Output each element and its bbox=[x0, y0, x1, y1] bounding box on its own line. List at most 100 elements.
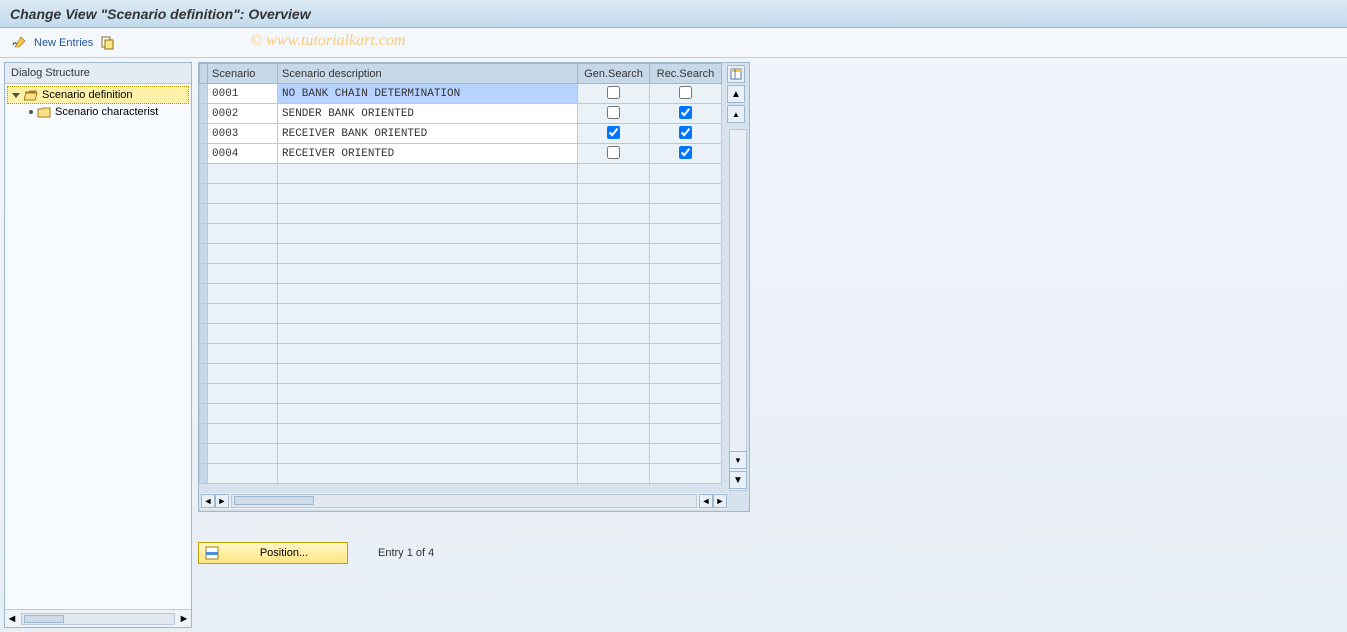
table-vertical-scrollbar[interactable] bbox=[729, 129, 747, 491]
scroll-left-icon[interactable]: ◄ bbox=[5, 613, 19, 625]
table-row-empty[interactable] bbox=[200, 184, 722, 204]
empty-cell[interactable] bbox=[578, 184, 650, 204]
empty-cell[interactable] bbox=[208, 464, 278, 484]
table-row-empty[interactable] bbox=[200, 304, 722, 324]
table-row[interactable] bbox=[200, 104, 722, 124]
empty-cell[interactable] bbox=[578, 364, 650, 384]
empty-cell[interactable] bbox=[578, 244, 650, 264]
scroll-up-button[interactable]: ▲ bbox=[727, 105, 745, 123]
scenario-field[interactable] bbox=[208, 84, 277, 103]
table-row-empty[interactable] bbox=[200, 404, 722, 424]
empty-cell[interactable] bbox=[278, 464, 578, 484]
gen-search-checkbox[interactable] bbox=[607, 106, 620, 119]
row-selector[interactable] bbox=[200, 244, 208, 264]
empty-cell[interactable] bbox=[208, 164, 278, 184]
empty-cell[interactable] bbox=[278, 424, 578, 444]
sidebar-horizontal-scrollbar[interactable]: ◄ ► bbox=[5, 609, 191, 627]
empty-cell[interactable] bbox=[208, 384, 278, 404]
scenario-description-field[interactable] bbox=[278, 124, 577, 143]
empty-cell[interactable] bbox=[578, 284, 650, 304]
empty-cell[interactable] bbox=[578, 224, 650, 244]
table-row-empty[interactable] bbox=[200, 444, 722, 464]
empty-cell[interactable] bbox=[650, 304, 722, 324]
empty-cell[interactable] bbox=[208, 304, 278, 324]
table-row-empty[interactable] bbox=[200, 364, 722, 384]
row-selector[interactable] bbox=[200, 464, 208, 484]
table-row[interactable] bbox=[200, 124, 722, 144]
empty-cell[interactable] bbox=[650, 184, 722, 204]
row-selector[interactable] bbox=[200, 304, 208, 324]
empty-cell[interactable] bbox=[208, 444, 278, 464]
gen-search-checkbox[interactable] bbox=[607, 146, 620, 159]
header-description[interactable]: Scenario description bbox=[278, 64, 578, 84]
empty-cell[interactable] bbox=[650, 324, 722, 344]
table-row-empty[interactable] bbox=[200, 264, 722, 284]
empty-cell[interactable] bbox=[650, 264, 722, 284]
scenario-description-field[interactable] bbox=[278, 144, 577, 163]
header-rec-search[interactable]: Rec.Search bbox=[650, 64, 722, 84]
empty-cell[interactable] bbox=[278, 224, 578, 244]
table-row-empty[interactable] bbox=[200, 284, 722, 304]
rec-search-checkbox[interactable] bbox=[679, 86, 692, 99]
empty-cell[interactable] bbox=[208, 204, 278, 224]
empty-cell[interactable] bbox=[578, 444, 650, 464]
empty-cell[interactable] bbox=[650, 424, 722, 444]
empty-cell[interactable] bbox=[650, 444, 722, 464]
empty-cell[interactable] bbox=[578, 464, 650, 484]
empty-cell[interactable] bbox=[278, 264, 578, 284]
rec-search-checkbox[interactable] bbox=[679, 106, 692, 119]
table-row-empty[interactable] bbox=[200, 384, 722, 404]
empty-cell[interactable] bbox=[578, 384, 650, 404]
row-selector[interactable] bbox=[200, 224, 208, 244]
tree-node-scenario-definition[interactable]: Scenario definition bbox=[7, 86, 189, 104]
scroll-to-bottom-button[interactable]: ▼ bbox=[729, 471, 747, 489]
empty-cell[interactable] bbox=[650, 204, 722, 224]
scenario-description-field[interactable] bbox=[278, 104, 577, 123]
gen-search-checkbox[interactable] bbox=[607, 126, 620, 139]
scenario-field[interactable] bbox=[208, 124, 277, 143]
empty-cell[interactable] bbox=[208, 264, 278, 284]
rec-search-checkbox[interactable] bbox=[679, 126, 692, 139]
scroll-to-top-button[interactable]: ▲ bbox=[727, 85, 745, 103]
empty-cell[interactable] bbox=[278, 304, 578, 324]
table-row[interactable] bbox=[200, 84, 722, 104]
empty-cell[interactable] bbox=[578, 264, 650, 284]
display-change-button[interactable] bbox=[10, 34, 28, 52]
empty-cell[interactable] bbox=[278, 284, 578, 304]
copy-as-button[interactable] bbox=[99, 34, 117, 52]
rec-search-checkbox[interactable] bbox=[679, 146, 692, 159]
empty-cell[interactable] bbox=[278, 204, 578, 224]
table-row-empty[interactable] bbox=[200, 244, 722, 264]
empty-cell[interactable] bbox=[578, 424, 650, 444]
empty-cell[interactable] bbox=[278, 384, 578, 404]
empty-cell[interactable] bbox=[650, 464, 722, 484]
empty-cell[interactable] bbox=[208, 344, 278, 364]
header-gen-search[interactable]: Gen.Search bbox=[578, 64, 650, 84]
empty-cell[interactable] bbox=[650, 224, 722, 244]
row-selector[interactable] bbox=[200, 264, 208, 284]
empty-cell[interactable] bbox=[208, 244, 278, 264]
table-row-empty[interactable] bbox=[200, 464, 722, 484]
empty-cell[interactable] bbox=[578, 344, 650, 364]
scenario-description-field[interactable] bbox=[278, 84, 577, 103]
tree-node-scenario-characteristics[interactable]: Scenario characterist bbox=[7, 104, 189, 120]
row-selector[interactable] bbox=[200, 164, 208, 184]
row-selector-header[interactable] bbox=[200, 64, 208, 84]
row-selector[interactable] bbox=[200, 364, 208, 384]
empty-cell[interactable] bbox=[650, 244, 722, 264]
dialog-structure-tree[interactable]: Scenario definition Scenario characteris… bbox=[5, 84, 191, 609]
gen-search-checkbox[interactable] bbox=[607, 86, 620, 99]
empty-cell[interactable] bbox=[578, 304, 650, 324]
empty-cell[interactable] bbox=[278, 164, 578, 184]
empty-cell[interactable] bbox=[578, 404, 650, 424]
scrollbar-track[interactable] bbox=[231, 494, 697, 508]
empty-cell[interactable] bbox=[278, 404, 578, 424]
empty-cell[interactable] bbox=[208, 184, 278, 204]
table-row-empty[interactable] bbox=[200, 224, 722, 244]
table-row-empty[interactable] bbox=[200, 344, 722, 364]
row-selector[interactable] bbox=[200, 104, 208, 124]
empty-cell[interactable] bbox=[650, 164, 722, 184]
scroll-right-icon[interactable]: ► bbox=[177, 613, 191, 625]
empty-cell[interactable] bbox=[650, 344, 722, 364]
empty-cell[interactable] bbox=[650, 284, 722, 304]
